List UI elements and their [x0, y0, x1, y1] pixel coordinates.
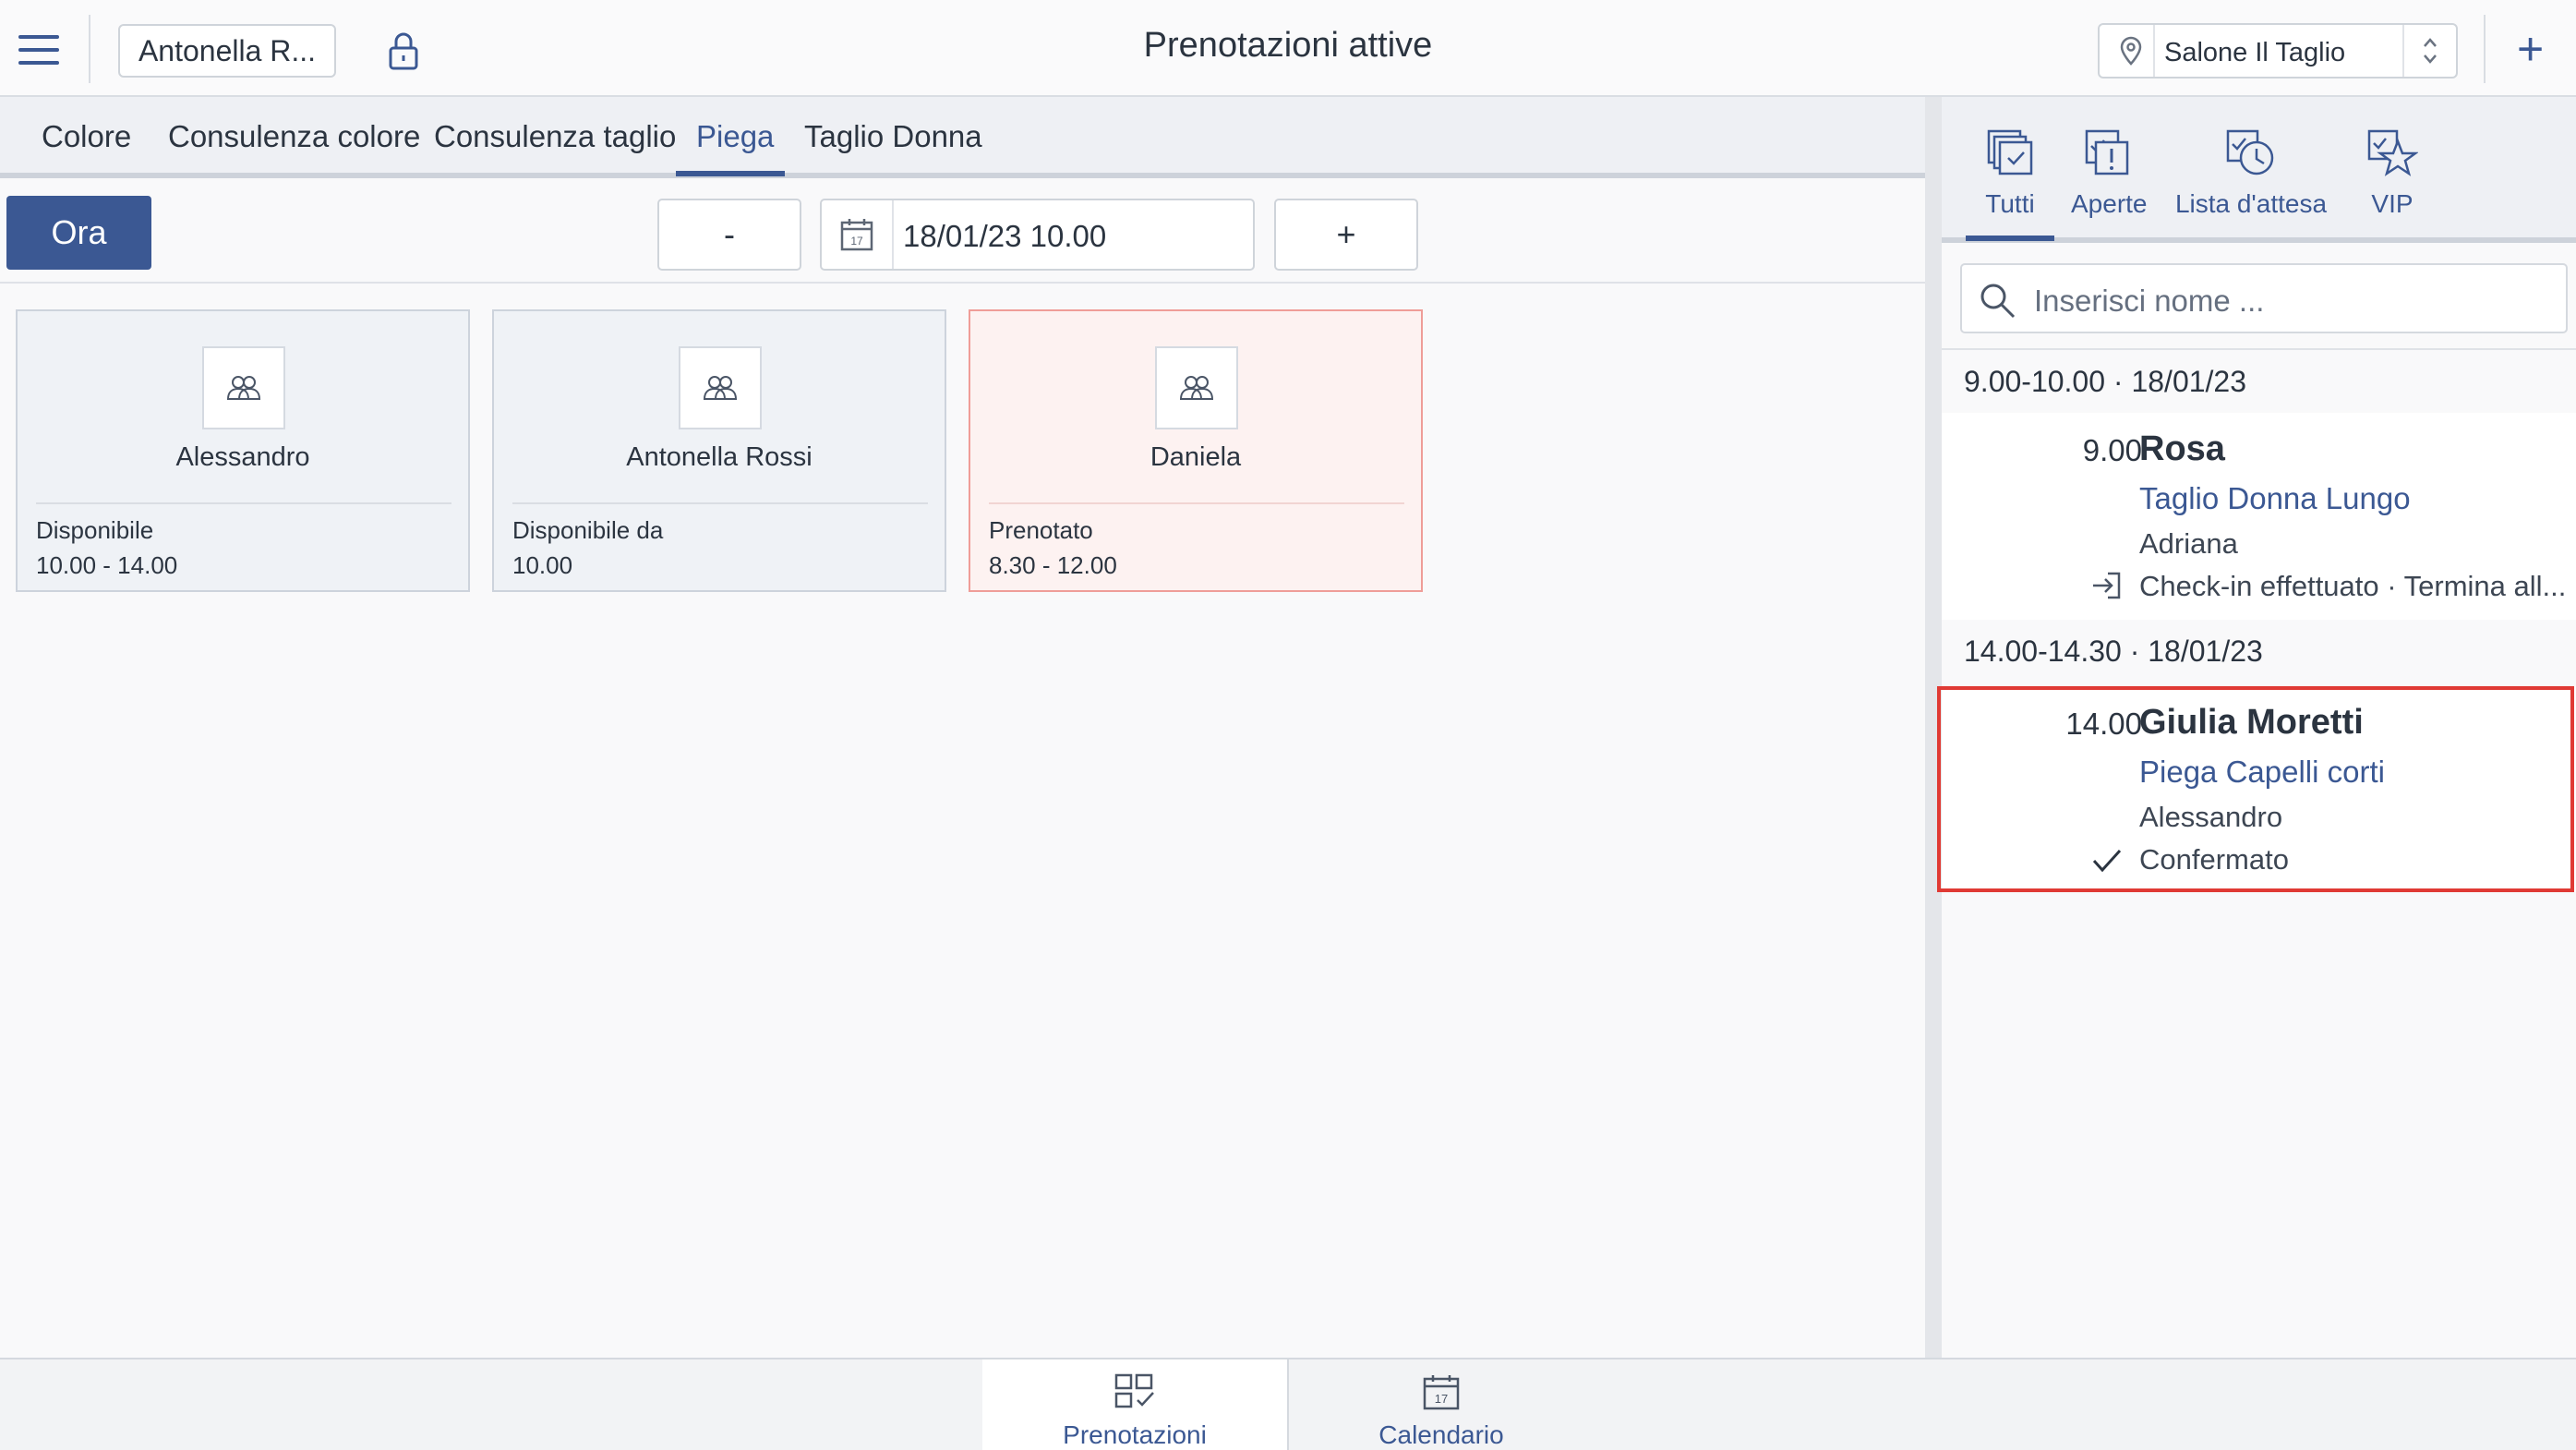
staff-card[interactable]: Antonella Rossi Disponibile da 10.00 — [492, 309, 946, 592]
search-placeholder: Inserisci nome ... — [2034, 284, 2265, 318]
waitlist-icon — [2173, 128, 2329, 184]
svg-text:17: 17 — [1435, 1392, 1448, 1406]
filter-label: Tutti — [1985, 189, 2035, 218]
location-pin-icon — [2109, 25, 2155, 77]
open-icon — [2071, 128, 2145, 184]
filter-label: VIP — [2371, 189, 2413, 218]
divider — [2484, 15, 2486, 83]
appointment-status: Check-in effettuato · Termina all... — [2139, 570, 2567, 602]
increment-time-button[interactable]: + — [1274, 199, 1418, 271]
appointment-time: 9.00 — [2082, 433, 2142, 467]
tab-taglio-donna[interactable]: Taglio Donna — [804, 119, 982, 154]
top-bar: Antonella R... Prenotazioni attive Salon… — [0, 0, 2576, 97]
divider — [1942, 348, 2576, 350]
nav-label: Calendario — [1378, 1420, 1504, 1449]
service-tabs: Colore Consulenza colore Consulenza tagl… — [0, 97, 1925, 178]
chevron-updown-icon[interactable] — [2402, 25, 2456, 77]
availability-pane: Colore Consulenza colore Consulenza tagl… — [0, 97, 1925, 1358]
salon-select[interactable]: Salone Il Taglio — [2098, 23, 2458, 79]
filter-tab-all[interactable]: Tutti — [1966, 128, 2054, 219]
bottom-nav: Prenotazioni 17 Calendario — [0, 1358, 2576, 1450]
nav-tab-bookings[interactable]: Prenotazioni — [982, 1359, 1287, 1450]
tab-consulenza-taglio[interactable]: Consulenza taglio — [434, 119, 676, 154]
divider — [989, 502, 1404, 504]
vip-star-icon — [2355, 128, 2429, 184]
search-icon — [1980, 284, 2016, 319]
appointment-item[interactable]: 9.00 Rosa Taglio Donna Lungo Adriana Che… — [1942, 413, 2576, 620]
staff-avatar-icon — [679, 346, 762, 429]
time-slot-header: 9.00-10.00 · 18/01/23 — [1964, 365, 2247, 398]
check-in-icon — [2093, 572, 2121, 599]
filter-tab-vip[interactable]: VIP — [2355, 128, 2429, 219]
salon-name: Salone Il Taglio — [2164, 38, 2346, 67]
all-icon — [1966, 128, 2054, 184]
tab-piega[interactable]: Piega — [696, 119, 774, 154]
calendar-icon: 17 — [1289, 1372, 1594, 1415]
datetime-value: 18/01/23 10.00 — [903, 219, 1107, 253]
active-filter-indicator — [1966, 236, 2054, 241]
search-input[interactable]: Inserisci nome ... — [1960, 263, 2568, 333]
client-name: Rosa — [2139, 429, 2225, 468]
nav-tab-calendar[interactable]: 17 Calendario — [1289, 1359, 1594, 1450]
staff-card[interactable]: Daniela Prenotato 8.30 - 12.00 — [969, 309, 1423, 592]
bookings-icon — [982, 1372, 1287, 1415]
divider — [0, 282, 1925, 284]
svg-text:17: 17 — [850, 235, 863, 248]
staff-name: Antonella Rossi — [626, 442, 813, 472]
nav-label: Prenotazioni — [1063, 1420, 1207, 1449]
tab-colore[interactable]: Colore — [42, 119, 131, 154]
staff-time: 8.30 - 12.00 — [989, 551, 1117, 579]
staff-status: Prenotato — [989, 516, 1093, 544]
now-button[interactable]: Ora — [6, 196, 151, 270]
datetime-field[interactable]: 17 18/01/23 10.00 — [820, 199, 1255, 271]
filter-tabs: Tutti Aperte Lista d'attesa VIP — [1942, 97, 2576, 243]
filter-label: Lista d'attesa — [2174, 189, 2328, 218]
tab-consulenza-colore[interactable]: Consulenza colore — [168, 119, 420, 154]
operator-name: Adriana — [2139, 527, 2238, 560]
decrement-time-button[interactable]: - — [657, 199, 801, 271]
staff-card[interactable]: Alessandro Disponibile 10.00 - 14.00 — [16, 309, 470, 592]
time-slot-header: 14.00-14.30 · 18/01/23 — [1964, 634, 2263, 668]
divider — [36, 502, 451, 504]
staff-name: Daniela — [1150, 442, 1242, 472]
staff-status: Disponibile — [36, 516, 154, 544]
staff-name: Alessandro — [175, 442, 310, 472]
divider — [512, 502, 928, 504]
filter-tab-open[interactable]: Aperte — [2071, 128, 2148, 219]
add-icon[interactable]: + — [2517, 26, 2544, 72]
calendar-icon[interactable]: 17 — [822, 200, 894, 269]
staff-avatar-icon — [1155, 346, 1238, 429]
filter-label: Aperte — [2071, 189, 2148, 218]
staff-avatar-icon — [202, 346, 285, 429]
filter-tab-waitlist[interactable]: Lista d'attesa — [2173, 128, 2329, 219]
selected-appointment-highlight — [1937, 686, 2574, 892]
staff-time: 10.00 - 14.00 — [36, 551, 178, 579]
active-tab-indicator — [676, 171, 785, 176]
staff-status: Disponibile da — [512, 516, 664, 544]
service-name: Taglio Donna Lungo — [2139, 481, 2411, 515]
staff-time: 10.00 — [512, 551, 573, 579]
